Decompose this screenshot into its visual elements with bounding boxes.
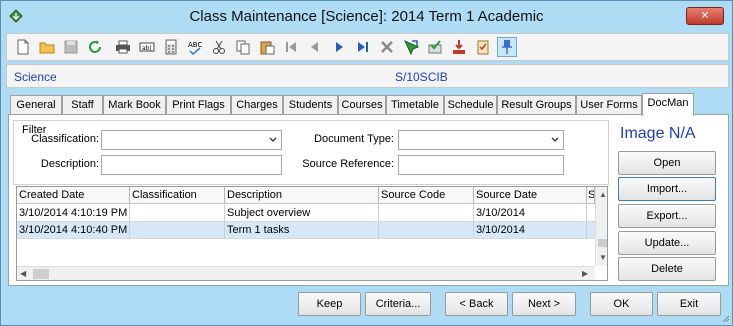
delete-button[interactable]: Delete (618, 257, 716, 281)
classification-dropdown[interactable] (101, 130, 282, 150)
chevron-down-icon (551, 137, 559, 142)
tab-courses[interactable]: Courses (338, 95, 386, 115)
criteria-button[interactable]: Criteria... (365, 292, 431, 316)
scroll-down-icon[interactable]: ▼ (599, 253, 607, 262)
checklist-icon[interactable] (473, 37, 493, 57)
column-classification[interactable]: Classification (130, 187, 225, 204)
print-icon[interactable] (113, 37, 133, 57)
keep-button[interactable]: Keep (298, 292, 361, 316)
scroll-up-icon[interactable]: ▲ (599, 190, 607, 199)
open-button[interactable]: Open (618, 151, 716, 175)
column-source-date[interactable]: Source Date (474, 187, 587, 204)
vertical-scrollbar[interactable]: ▲ ▼ (595, 187, 607, 266)
paste-icon[interactable] (257, 37, 277, 57)
pin-icon[interactable] (497, 37, 517, 57)
tab-user-forms[interactable]: User Forms (576, 95, 642, 115)
classification-cell (130, 222, 225, 239)
tab-general[interactable]: General (10, 95, 62, 115)
source-date-cell: 3/10/2014 (474, 222, 587, 239)
pointer-icon[interactable] (401, 37, 421, 57)
approve-icon[interactable] (425, 37, 445, 57)
created-date-cell: 3/10/2014 4:10:19 PM (17, 205, 130, 222)
back-button[interactable]: < Back (445, 292, 508, 316)
tab-docman[interactable]: DocMan (642, 93, 694, 116)
download-icon[interactable] (449, 37, 469, 57)
docman-panel: Filter Classification: Document Type: De… (8, 114, 729, 286)
document-type-dropdown[interactable] (398, 130, 564, 150)
source-code-cell (379, 205, 474, 222)
tab-mark-book[interactable]: Mark Book (103, 95, 166, 115)
first-record-icon[interactable] (281, 37, 301, 57)
window-title: Class Maintenance [Science]: 2014 Term 1… (189, 8, 544, 25)
new-document-icon[interactable] (13, 37, 33, 57)
description-field[interactable] (101, 155, 282, 175)
column-truncated[interactable]: S (587, 187, 595, 204)
classification-cell (130, 205, 225, 222)
ok-button[interactable]: OK (590, 292, 653, 316)
tab-strip: General Staff Mark Book Print Flags Char… (10, 93, 730, 116)
column-created-date[interactable]: Created Date (17, 187, 130, 204)
delete-icon[interactable] (377, 37, 397, 57)
cut-icon[interactable] (209, 37, 229, 57)
class-maintenance-window: Class Maintenance [Science]: 2014 Term 1… (0, 0, 733, 326)
tab-result-groups[interactable]: Result Groups (497, 95, 576, 115)
source-reference-field[interactable] (398, 155, 564, 175)
refresh-icon[interactable] (85, 37, 105, 57)
department-label: Science (14, 70, 57, 84)
description-label: Description: (40, 158, 99, 170)
column-description[interactable]: Description (225, 187, 379, 204)
table-row[interactable]: 3/10/2014 4:10:40 PM Term 1 tasks 3/10/2… (17, 222, 595, 239)
import-button[interactable]: Import... (618, 177, 716, 201)
tab-charges[interactable]: Charges (231, 95, 283, 115)
description-cell: Term 1 tasks (225, 222, 379, 239)
previous-record-icon[interactable] (305, 37, 325, 57)
svg-text:ab|: ab| (142, 45, 152, 52)
field-icon[interactable]: ab| (137, 37, 157, 57)
open-folder-icon[interactable] (37, 37, 57, 57)
grid-header: Created Date Classification Description … (17, 187, 595, 204)
copy-icon[interactable] (233, 37, 253, 57)
scroll-left-icon[interactable]: ◀ (20, 269, 26, 278)
table-row[interactable]: 3/10/2014 4:10:19 PM Subject overview 3/… (17, 205, 595, 222)
tab-timetable[interactable]: Timetable (386, 95, 444, 115)
source-code-cell (379, 222, 474, 239)
resize-grip-icon[interactable] (720, 313, 730, 323)
close-button[interactable]: ✕ (686, 7, 724, 25)
created-date-cell: 3/10/2014 4:10:40 PM (17, 222, 130, 239)
calculator-icon[interactable] (161, 37, 181, 57)
last-record-icon[interactable] (353, 37, 373, 57)
class-code-label: S/10SCIB (395, 70, 448, 84)
description-cell: Subject overview (225, 205, 379, 222)
next-record-icon[interactable] (329, 37, 349, 57)
chevron-down-icon (269, 137, 277, 142)
save-icon[interactable] (61, 37, 81, 57)
spell-check-icon[interactable]: ABC (185, 37, 205, 57)
classification-label: Classification: (31, 133, 99, 145)
toolbar: ab| ABC (6, 33, 729, 61)
horizontal-scroll-thumb[interactable] (33, 269, 49, 279)
column-source-code[interactable]: Source Code (379, 187, 474, 204)
source-reference-label: Source Reference: (302, 158, 394, 170)
documents-grid[interactable]: Created Date Classification Description … (16, 186, 608, 281)
title-bar[interactable]: Class Maintenance [Science]: 2014 Term 1… (1, 1, 732, 33)
image-preview-label: Image N/A (620, 125, 696, 142)
export-button[interactable]: Export... (618, 204, 716, 228)
next-button[interactable]: Next > (512, 292, 576, 316)
scroll-right-icon[interactable]: ▶ (582, 269, 588, 278)
vertical-scroll-thumb[interactable] (598, 239, 607, 247)
tab-staff[interactable]: Staff (62, 95, 103, 115)
svg-text:ABC: ABC (188, 41, 202, 49)
document-type-label: Document Type: (314, 133, 394, 145)
exit-button[interactable]: Exit (657, 292, 721, 316)
source-date-cell: 3/10/2014 (474, 205, 587, 222)
update-button[interactable]: Update... (618, 231, 716, 255)
tab-schedule[interactable]: Schedule (444, 95, 497, 115)
tab-students[interactable]: Students (283, 95, 338, 115)
horizontal-scrollbar[interactable]: ◀ ▶ (17, 266, 595, 280)
context-bar: Science S/10SCIB (6, 64, 729, 88)
tab-print-flags[interactable]: Print Flags (166, 95, 231, 115)
